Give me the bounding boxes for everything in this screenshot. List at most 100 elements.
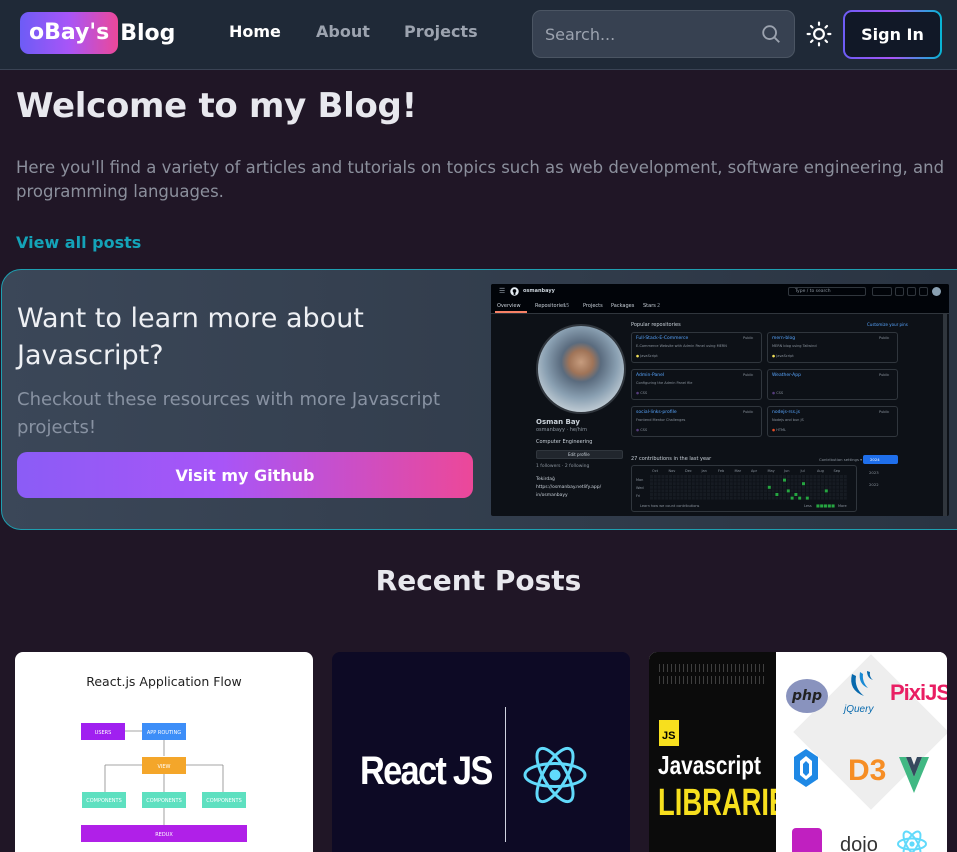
gh-contrib-cell [703,482,707,486]
logo[interactable]: oBay's Blog [20,12,175,54]
gh-contrib-cell [802,485,805,489]
github-profile-screenshot: ☰ osmanbayy Type / to search Overview Re… [491,284,949,516]
gh-contrib-cell [672,493,676,496]
gh-contrib-cell [653,493,657,496]
gh-contrib-cell [775,496,779,500]
gh-contrib-cell [840,478,843,482]
gh-contrib-cell [809,496,813,500]
gh-contrib-cell [661,493,665,496]
gh-contrib-title: 27 contributions in the last year [631,456,712,462]
gh-contrib-cell [821,485,824,489]
gh-contrib-cell [726,496,729,500]
gh-contrib-cell [756,478,760,482]
gh-contrib-cell [718,493,722,496]
gh-contrib-cell [828,485,832,489]
gh-contrib-cell [836,489,840,493]
nav-about[interactable]: About [316,22,370,41]
gh-contrib-cell [767,485,771,489]
gh-contrib-cell [722,482,726,486]
gh-contrib-cell [741,482,745,486]
gh-repo-lang-text: HTML [776,428,786,432]
gh-contrib-cell [688,496,691,500]
gh-contrib-cell [741,493,745,496]
gh-contrib-cell [688,482,691,486]
gh-contrib-cell [695,493,699,496]
gh-contrib-cell [779,478,783,482]
flow-label: COMPONENTS [146,798,182,804]
gh-contrib-cell [669,475,672,478]
gh-contrib-cell [665,482,669,486]
gh-contrib-cell [775,478,779,482]
gh-contrib-cell [707,485,710,489]
gh-contrib-cell [756,475,760,478]
gh-contrib-cell [676,493,680,496]
gh-year-2022: 2022 [869,482,879,487]
gh-contrib-cell [710,482,714,486]
gh-contrib-cell [688,485,691,489]
gh-contrib-cell [805,493,809,496]
gh-repo-lang: ● CSS [636,391,648,395]
library-logos: php jQuery PixiJS D3 dojo [776,652,947,852]
visit-github-button[interactable]: Visit my Github [17,452,473,498]
gh-contrib-cell [840,485,843,489]
gh-contrib-cell [828,496,832,500]
gh-contrib-cell [718,496,722,500]
search-icon[interactable] [760,23,782,45]
gh-contrib-cell [741,489,745,493]
gh-contrib-cell [771,478,775,482]
gh-contrib-cell [809,475,813,478]
gh-contrib-cell [665,478,669,482]
decorative-dots [659,664,767,672]
gh-contrib-cell [657,489,661,493]
divider [505,707,506,842]
gh-contrib-cell [756,485,760,489]
gh-contrib-cell [657,493,661,496]
gh-contrib-cell [790,496,794,500]
gh-avatar-small [932,287,941,296]
logo-badge: oBay's [20,12,119,54]
navbar: oBay's Blog Home About Projects Sign In [0,0,957,70]
post-card-js-libraries[interactable]: JS Javascript LIBRARIES php jQuery PixiJ… [649,652,947,852]
sign-in-button[interactable]: Sign In [843,10,942,59]
gh-repo-badge: Public [743,336,754,340]
nav-projects[interactable]: Projects [404,22,478,41]
gh-contrib-cell [726,475,729,478]
post-card-react-flow[interactable]: React.js Application Flow USERS APP ROUT… [15,652,313,852]
jquery-logo-text: jQuery [844,704,874,715]
gh-detail-website: https://osmanbay.netlify.app/ [536,485,602,490]
post-card-react-js[interactable]: React JS [332,652,630,852]
gh-contrib-cell [729,493,733,496]
gh-contrib-cell [748,493,752,496]
gh-contrib-cell [661,496,665,500]
nav-home[interactable]: Home [229,22,281,41]
gh-repo-name: Weather-App [772,373,801,378]
gh-contrib-cell [726,493,729,496]
gh-contrib-cell [786,496,790,500]
gh-contrib-cell [809,485,813,489]
gh-contrib-cell [710,489,714,493]
page-title: Welcome to my Blog! [16,86,417,126]
theme-toggle-button[interactable] [800,14,838,54]
gh-contrib-cell [695,485,699,489]
gh-contrib-cell [821,489,824,493]
gh-contrib-cell [764,485,767,489]
gh-tab-repositories-count: 15 [563,303,570,309]
gh-contrib-graph: Oct Nov Dec Jan Feb Mar Apr May Jun Jul Aug Sep Mon… [631,465,857,512]
gh-contrib-cell [775,475,779,478]
view-all-posts-link[interactable]: View all posts [16,233,141,252]
gh-contrib-cell [828,475,832,478]
search-input[interactable] [545,24,760,44]
gh-contrib-cell [809,478,813,482]
gh-contrib-cell [771,475,775,478]
gh-contrib-cell [748,496,752,500]
gh-contrib-cell [680,493,684,496]
gh-contrib-cell [745,496,748,500]
gh-contrib-cell [669,482,672,486]
gh-contrib-cell [722,478,726,482]
gh-contrib-cell [714,489,718,493]
gh-repo-badge: Public [879,410,890,414]
gh-contrib-cell [653,478,657,482]
gh-contrib-cell [821,482,824,486]
gh-contrib-cell [688,475,691,478]
gh-month-label: Apr [751,469,758,473]
